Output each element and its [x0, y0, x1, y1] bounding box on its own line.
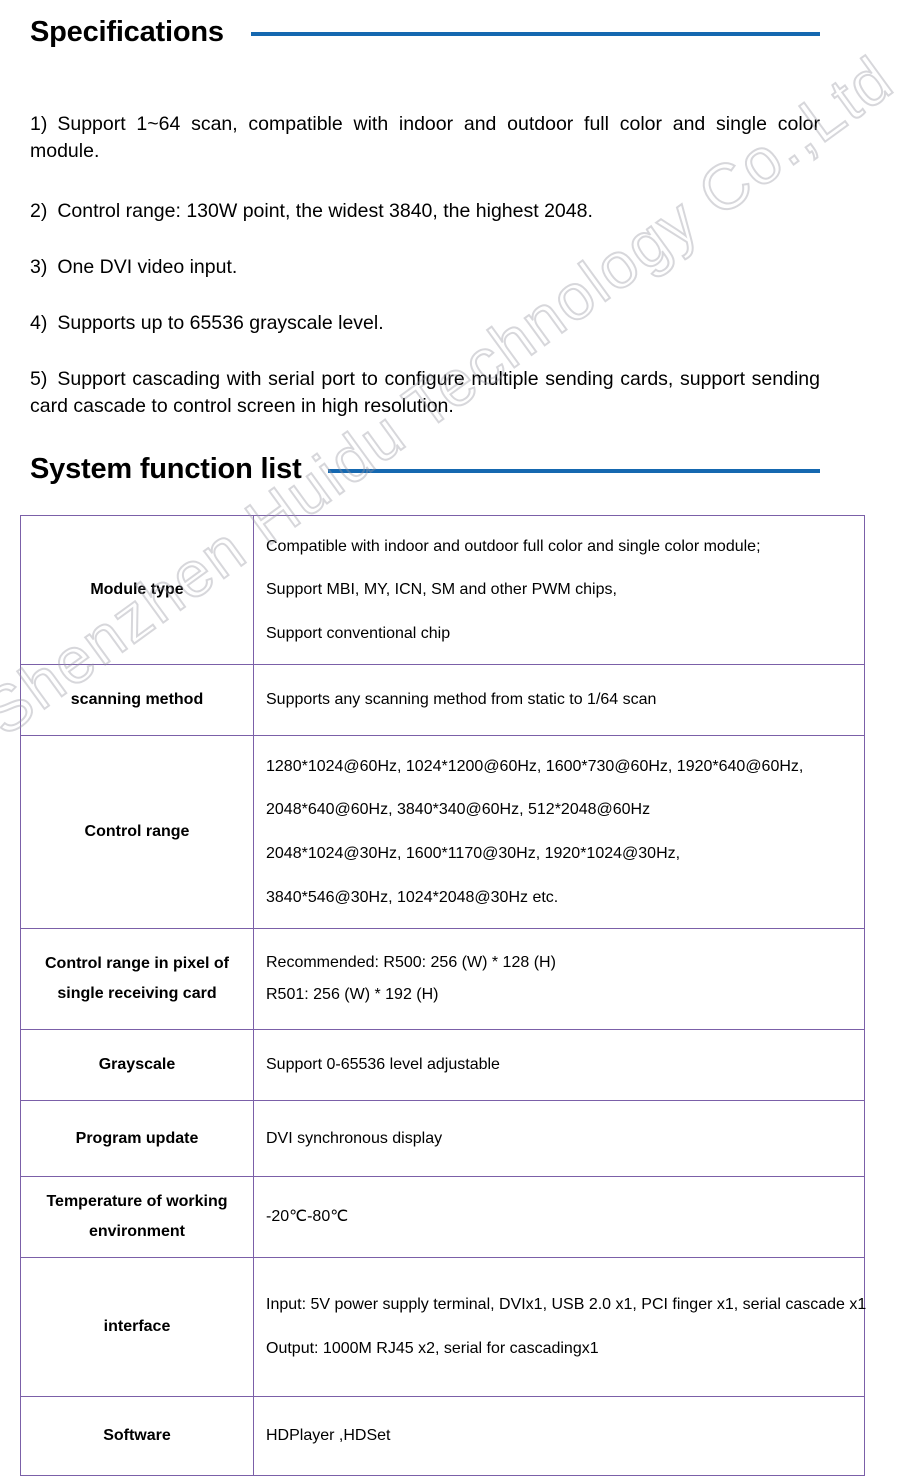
row-label-control-range: Control range: [20, 735, 254, 929]
table-row: Temperature of working environment -20℃-…: [20, 1176, 865, 1258]
value-line: Recommended: R500: 256 (W) * 128 (H): [266, 954, 556, 972]
table-row: scanning method Supports any scanning me…: [20, 664, 865, 736]
row-label-scanning-method: scanning method: [20, 664, 254, 736]
value-line: HDPlayer ,HDSet: [266, 1427, 391, 1445]
section-heading-system-function-list: System function list: [30, 455, 820, 484]
spec-item-3-marker: 3): [30, 255, 48, 278]
table-row: Control range 1280*1024@60Hz, 1024*1200@…: [20, 735, 865, 929]
table-row: interface Input: 5V power supply termina…: [20, 1257, 866, 1397]
page-title: Specifications: [30, 16, 224, 48]
row-label-program-update: Program update: [20, 1100, 254, 1177]
row-label-software: Software: [20, 1396, 254, 1476]
row-value-control-range-pixel: Recommended: R500: 256 (W) * 128 (H) R50…: [253, 928, 865, 1030]
row-value-temperature: -20℃-80℃: [253, 1176, 865, 1258]
row-label-temperature: Temperature of working environment: [20, 1176, 254, 1258]
row-label-line: Temperature of working: [46, 1193, 228, 1211]
spec-item-4-marker: 4): [30, 311, 48, 334]
row-label-line: Control range in pixel of: [44, 955, 229, 973]
row-value-interface: Input: 5V power supply terminal, DVIx1, …: [253, 1257, 866, 1397]
spec-item-5: 5) Support cascading with serial port to …: [30, 366, 820, 421]
row-value-grayscale: Support 0-65536 level adjustable: [253, 1029, 865, 1101]
spec-item-1: 1) Support 1~64 scan, compatible with ind…: [30, 111, 820, 166]
section-title: System function list: [30, 453, 302, 485]
system-function-table: Module type Compatible with indoor and o…: [20, 515, 866, 1476]
heading-rule: [250, 31, 820, 36]
spec-item-3: 3) One DVI video input.: [30, 254, 820, 282]
value-line: R501: 256 (W) * 192 (H): [266, 986, 439, 1003]
value-line: Support conventional chip: [266, 624, 451, 642]
table-row: Grayscale Support 0-65536 level adjustab…: [20, 1029, 865, 1101]
spec-item-3-text: One DVI video input.: [57, 255, 238, 278]
section-heading-specifications: Specifications: [30, 18, 820, 47]
spec-item-1-text: Support 1~64 scan, compatible with indoo…: [30, 112, 820, 163]
spec-item-5-text: Support cascading with serial port to co…: [30, 367, 820, 418]
heading-rule: [327, 468, 820, 473]
value-line: Input: 5V power supply terminal, DVIx1, …: [266, 1296, 867, 1314]
spec-item-1-marker: 1): [30, 112, 48, 135]
table-row: Software HDPlayer ,HDSet: [20, 1396, 865, 1476]
row-value-software: HDPlayer ,HDSet: [253, 1396, 865, 1476]
row-value-scanning-method: Supports any scanning method from static…: [253, 664, 865, 736]
value-line: 2048*1024@30Hz, 1600*1170@30Hz, 1920*102…: [266, 845, 681, 862]
value-line: 3840*546@30Hz, 1024*2048@30Hz etc.: [266, 888, 559, 906]
value-line: Output: 1000M RJ45 x2, serial for cascad…: [266, 1340, 599, 1357]
row-value-control-range: 1280*1024@60Hz, 1024*1200@60Hz, 1600*730…: [253, 735, 865, 929]
row-label-grayscale: Grayscale: [20, 1029, 254, 1101]
value-line: DVI synchronous display: [266, 1129, 443, 1147]
value-line: Support 0-65536 level adjustable: [266, 1056, 500, 1074]
row-label-line: environment: [88, 1223, 185, 1240]
table-row: Program update DVI synchronous display: [20, 1100, 865, 1177]
spec-item-2-text: Control range: 130W point, the widest 38…: [57, 199, 593, 222]
value-line: 2048*640@60Hz, 3840*340@60Hz, 512*2048@6…: [266, 801, 651, 819]
value-line: Compatible with indoor and outdoor full …: [266, 537, 761, 555]
row-value-module-type: Compatible with indoor and outdoor full …: [253, 515, 865, 665]
spec-item-5-marker: 5): [30, 367, 48, 390]
table-row: Module type Compatible with indoor and o…: [20, 515, 865, 665]
row-label-line: single receiving card: [57, 985, 217, 1002]
row-label-module-type: Module type: [20, 515, 254, 665]
row-label-interface: interface: [20, 1257, 254, 1397]
row-label-control-range-pixel: Control range in pixel of single receivi…: [20, 928, 254, 1030]
spec-item-2: 2) Control range: 130W point, the widest …: [30, 198, 820, 226]
spec-item-2-marker: 2): [30, 199, 48, 222]
value-line: -20℃-80℃: [266, 1208, 349, 1226]
value-line: Supports any scanning method from static…: [266, 691, 657, 709]
row-value-program-update: DVI synchronous display: [253, 1100, 865, 1177]
value-line: Support MBI, MY, ICN, SM and other PWM c…: [266, 581, 617, 599]
spec-item-4-text: Supports up to 65536 grayscale level.: [57, 311, 384, 334]
value-line: 1280*1024@60Hz, 1024*1200@60Hz, 1600*730…: [266, 757, 804, 775]
table-row: Control range in pixel of single receivi…: [20, 928, 865, 1030]
spec-item-4: 4) Supports up to 65536 grayscale level.: [30, 310, 820, 338]
